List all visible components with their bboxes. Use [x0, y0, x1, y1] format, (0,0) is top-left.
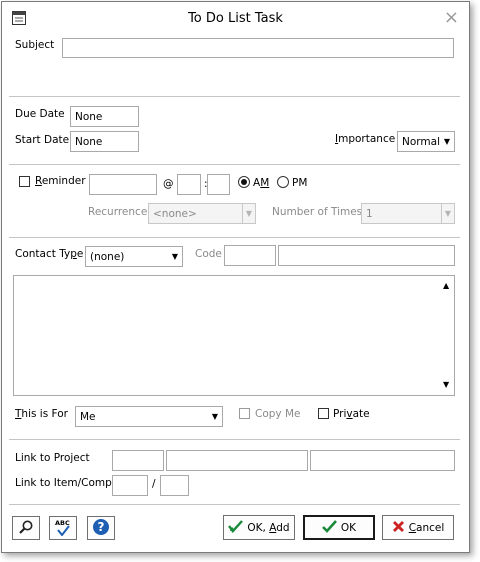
- importance-value: Normal: [402, 136, 440, 148]
- checkmark-icon: [322, 519, 337, 536]
- separator: [9, 439, 460, 440]
- number-of-times-dropdown[interactable]: 1 ▼: [361, 203, 455, 224]
- checkmark-plus-icon: [228, 519, 244, 536]
- copy-me-label: Copy Me: [255, 408, 301, 420]
- recurrence-dropdown[interactable]: <none> ▼: [148, 203, 256, 224]
- separator: [9, 164, 460, 165]
- radio-selected-dot: [241, 179, 247, 185]
- help-button[interactable]: ?: [87, 516, 115, 540]
- private-label: Private: [333, 408, 370, 420]
- this-is-for-value: Me: [80, 411, 96, 423]
- this-is-for-label: This is For: [15, 408, 68, 420]
- recurrence-label: Recurrence: [88, 206, 148, 218]
- subject-label: Subject: [15, 39, 55, 51]
- chevron-down-icon: ▼: [242, 204, 255, 223]
- ok-add-label: OK, Add: [247, 521, 290, 534]
- due-date-input[interactable]: None: [70, 106, 139, 127]
- pm-radio[interactable]: [277, 176, 289, 188]
- spellcheck-button[interactable]: ABC: [49, 516, 77, 540]
- chevron-down-icon: ▼: [211, 411, 218, 421]
- search-button[interactable]: [12, 516, 40, 540]
- svg-text:?: ?: [98, 520, 105, 534]
- component-input[interactable]: [160, 475, 189, 496]
- contact-type-value: (none): [90, 251, 125, 263]
- cancel-button[interactable]: Cancel: [382, 515, 454, 540]
- reminder-date-input[interactable]: [89, 174, 157, 195]
- start-date-label: Start Date: [15, 134, 70, 146]
- help-icon: ?: [92, 518, 110, 539]
- project-code-input[interactable]: [112, 450, 164, 471]
- separator: [9, 504, 460, 505]
- private-checkbox[interactable]: [318, 408, 329, 419]
- contact-type-dropdown[interactable]: (none) ▼: [85, 246, 183, 267]
- reminder-label: Reminder: [35, 175, 86, 187]
- subject-input[interactable]: [62, 38, 454, 58]
- project-name-input[interactable]: [166, 450, 308, 471]
- item-slash: /: [152, 478, 156, 490]
- ok-label: OK: [340, 521, 357, 534]
- chevron-down-icon: ▼: [441, 204, 454, 223]
- ok-add-button[interactable]: OK, Add: [223, 515, 295, 540]
- reminder-label-rest: eminder: [41, 175, 86, 187]
- close-icon[interactable]: ×: [444, 7, 459, 28]
- at-symbol: @: [163, 178, 174, 190]
- title-bar: To Do List Task ×: [2, 2, 469, 36]
- x-icon: [392, 520, 405, 536]
- importance-label: Importance: [335, 133, 396, 145]
- dialog-window: To Do List Task × Subject Due Date None …: [1, 1, 470, 553]
- link-to-item-label: Link to Item/Comp.: [15, 477, 116, 489]
- contact-name-input[interactable]: [278, 245, 455, 266]
- code-label: Code: [195, 248, 222, 260]
- separator: [9, 237, 460, 238]
- due-date-label: Due Date: [15, 108, 65, 120]
- contact-type-label: Contact Type: [15, 248, 84, 260]
- pm-label: PM: [292, 177, 308, 189]
- importance-dropdown[interactable]: Normal ▼: [397, 131, 455, 152]
- this-is-for-dropdown[interactable]: Me ▼: [75, 406, 223, 427]
- importance-label-rest: mportance: [338, 133, 396, 145]
- project-extra-input[interactable]: [310, 450, 455, 471]
- start-date-input[interactable]: None: [70, 131, 139, 152]
- scroll-down-icon[interactable]: ▼: [443, 379, 449, 391]
- this-is-for-label-rest: his is For: [21, 408, 68, 420]
- code-input[interactable]: [224, 245, 276, 266]
- scroll-up-icon[interactable]: ▲: [443, 280, 449, 292]
- link-to-project-label: Link to Project: [15, 452, 90, 464]
- ok-button[interactable]: OK: [303, 515, 375, 540]
- chevron-down-icon: ▼: [171, 251, 178, 261]
- magnifier-icon: [18, 519, 34, 538]
- reminder-hour-input[interactable]: [177, 174, 201, 195]
- notes-textarea[interactable]: ▲ ▼: [13, 275, 455, 396]
- am-label: AM: [253, 177, 270, 189]
- vertical-scrollbar[interactable]: ▲ ▼: [440, 276, 454, 395]
- am-radio[interactable]: [238, 176, 250, 188]
- copy-me-checkbox[interactable]: [239, 408, 250, 419]
- recurrence-value: <none>: [153, 208, 197, 220]
- spellcheck-icon: ABC: [54, 519, 72, 537]
- reminder-checkbox[interactable]: [19, 176, 30, 187]
- reminder-minute-input[interactable]: [207, 174, 230, 195]
- window-title: To Do List Task: [188, 11, 283, 26]
- item-input[interactable]: [112, 475, 148, 496]
- number-of-times-label: Number of Times: [272, 206, 363, 218]
- number-of-times-value: 1: [366, 208, 373, 220]
- chevron-down-icon: ▼: [443, 136, 450, 146]
- separator: [9, 96, 460, 97]
- cancel-label: Cancel: [408, 521, 445, 534]
